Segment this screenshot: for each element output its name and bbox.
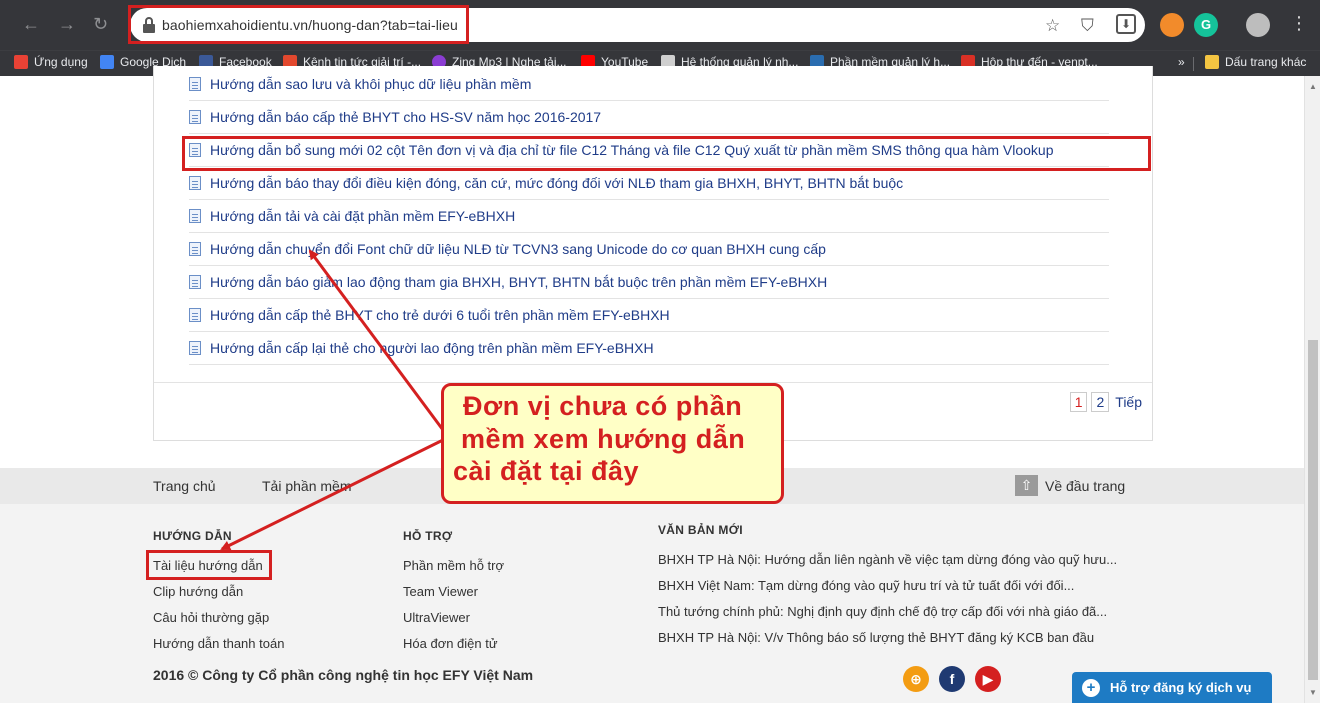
download-icon[interactable]: ⬇ bbox=[1116, 14, 1136, 34]
footer-guide-heading: HƯỚNG DẪN bbox=[153, 529, 232, 543]
document-link[interactable]: Hướng dẫn báo thay đổi điều kiện đóng, c… bbox=[210, 175, 903, 191]
bookmark-apps[interactable]: Ứng dụng bbox=[14, 55, 88, 69]
document-icon bbox=[189, 209, 201, 223]
menu-icon[interactable]: ⋮ bbox=[1290, 13, 1308, 34]
page-1-button[interactable]: 1 bbox=[1069, 392, 1088, 412]
footer-link-ultraviewer[interactable]: UltraViewer bbox=[403, 610, 470, 625]
scroll-thumb[interactable] bbox=[1308, 340, 1318, 680]
url-highlight-box bbox=[128, 5, 469, 44]
google-translate-icon bbox=[100, 55, 114, 69]
document-row[interactable]: Hướng dẫn cấp thẻ BHYT cho trẻ dưới 6 tu… bbox=[189, 299, 1109, 332]
document-link[interactable]: Hướng dẫn tải và cài đặt phần mềm EFY-eB… bbox=[210, 208, 515, 224]
callout-line: Đơn vị chưa có phần bbox=[463, 391, 743, 421]
footer-link-payment[interactable]: Hướng dẫn thanh toán bbox=[153, 636, 284, 651]
document-link[interactable]: Hướng dẫn chuyển đổi Font chữ dữ liệu NL… bbox=[210, 241, 826, 257]
document-icon bbox=[189, 77, 201, 91]
footer-news-link[interactable]: BHXH TP Hà Nội: V/v Thông báo số lượng t… bbox=[658, 630, 1094, 645]
apps-icon bbox=[14, 55, 28, 69]
footer-news-link[interactable]: Thủ tướng chính phủ: Nghị định quy định … bbox=[658, 604, 1107, 619]
extension-icon[interactable] bbox=[1160, 13, 1184, 37]
document-row[interactable]: Hướng dẫn tải và cài đặt phần mềm EFY-eB… bbox=[189, 200, 1109, 233]
document-row[interactable]: Hướng dẫn cấp lại thẻ cho người lao động… bbox=[189, 332, 1109, 365]
scroll-up-icon[interactable]: ▲ bbox=[1309, 82, 1317, 91]
document-icon bbox=[189, 275, 201, 289]
footer-news-link[interactable]: BHXH Việt Nam: Tạm dừng đóng vào quỹ hưu… bbox=[658, 578, 1074, 593]
footer-link-support-software[interactable]: Phần mềm hỗ trợ bbox=[403, 558, 504, 573]
next-page-link[interactable]: Tiếp bbox=[1115, 394, 1142, 410]
annotation-callout: Đơn vị chưa có phần mềm xem hướng dẫn cà… bbox=[441, 383, 784, 504]
pagination: 1 2 Tiếp bbox=[1066, 392, 1142, 412]
document-link[interactable]: Hướng dẫn sao lưu và khôi phục dữ liệu p… bbox=[210, 76, 531, 92]
support-button-label: Hỗ trợ đăng ký dịch vụ bbox=[1110, 680, 1252, 695]
document-icon bbox=[189, 242, 201, 256]
back-icon[interactable]: ← bbox=[22, 14, 40, 35]
document-row[interactable]: Hướng dẫn báo cấp thẻ BHYT cho HS-SV năm… bbox=[189, 101, 1109, 134]
document-icon bbox=[189, 341, 201, 355]
document-row[interactable]: Hướng dẫn báo thay đổi điều kiện đóng, c… bbox=[189, 167, 1109, 200]
vertical-scrollbar[interactable]: ▲ ▼ bbox=[1304, 76, 1320, 703]
callout-line: mềm xem hướng dẫn bbox=[461, 424, 746, 454]
footer-link-invoice[interactable]: Hóa đơn điện tử bbox=[403, 636, 498, 651]
back-to-top-link[interactable]: Về đầu trang bbox=[1045, 478, 1125, 494]
footer-link-clip[interactable]: Clip hướng dẫn bbox=[153, 584, 243, 599]
document-icon bbox=[189, 110, 201, 124]
footer-link-faq[interactable]: Câu hỏi thường gặp bbox=[153, 610, 269, 625]
document-link[interactable]: Hướng dẫn cấp lại thẻ cho người lao động… bbox=[210, 340, 654, 356]
page-2-button[interactable]: 2 bbox=[1091, 392, 1110, 412]
star-icon[interactable]: ☆ bbox=[1045, 16, 1060, 36]
bookmark-label: Dấu trang khác bbox=[1225, 55, 1307, 69]
document-row[interactable]: Hướng dẫn sao lưu và khôi phục dữ liệu p… bbox=[189, 68, 1109, 101]
plus-icon: + bbox=[1082, 678, 1100, 697]
document-row[interactable]: Hướng dẫn báo giảm lao động tham gia BHX… bbox=[189, 266, 1109, 299]
efy-row-highlight-box bbox=[182, 136, 1151, 171]
bookmark-label: Ứng dụng bbox=[34, 55, 88, 69]
youtube-icon[interactable]: ▶ bbox=[975, 666, 1001, 692]
callout-line: cài đặt tại đây bbox=[453, 456, 640, 486]
reload-icon[interactable]: ↻ bbox=[93, 14, 108, 35]
document-link[interactable]: Hướng dẫn cấp thẻ BHYT cho trẻ dưới 6 tu… bbox=[210, 307, 670, 323]
support-registration-button[interactable]: + Hỗ trợ đăng ký dịch vụ bbox=[1072, 672, 1272, 703]
bookmark-other[interactable]: Dấu trang khác bbox=[1205, 55, 1306, 69]
forward-icon[interactable]: → bbox=[58, 14, 76, 35]
facebook-icon[interactable]: f bbox=[939, 666, 965, 692]
bookmarks-more[interactable]: » bbox=[1178, 55, 1185, 69]
footer-news-link[interactable]: BHXH TP Hà Nội: Hướng dẫn liên ngành về … bbox=[658, 552, 1117, 567]
footer-nav-download[interactable]: Tải phần mềm bbox=[262, 478, 351, 494]
arrow-up-icon[interactable]: ⇧ bbox=[1015, 475, 1038, 496]
document-link[interactable]: Hướng dẫn báo cấp thẻ BHYT cho HS-SV năm… bbox=[210, 109, 601, 125]
footer-nav-home[interactable]: Trang chủ bbox=[153, 478, 216, 494]
document-icon bbox=[189, 308, 201, 322]
bookmarks-separator bbox=[1193, 57, 1194, 71]
scroll-down-icon[interactable]: ▼ bbox=[1309, 688, 1317, 697]
website-icon[interactable]: ⊕ bbox=[903, 666, 929, 692]
copyright-text: 2016 © Công ty Cổ phần công nghệ tin học… bbox=[153, 667, 534, 683]
document-link[interactable]: Hướng dẫn báo giảm lao động tham gia BHX… bbox=[210, 274, 827, 290]
grammarly-icon[interactable]: G bbox=[1194, 13, 1218, 37]
footer-news-heading: VĂN BẢN MỚI bbox=[658, 523, 743, 537]
profile-avatar[interactable] bbox=[1246, 13, 1270, 37]
document-row[interactable]: Hướng dẫn chuyển đổi Font chữ dữ liệu NL… bbox=[189, 233, 1109, 266]
footer-support-heading: HỖ TRỢ bbox=[403, 529, 453, 543]
tai-lieu-highlight-box bbox=[146, 550, 272, 580]
folder-icon bbox=[1205, 55, 1219, 69]
shield-icon[interactable]: ⛉ bbox=[1081, 16, 1094, 36]
footer-link-teamviewer[interactable]: Team Viewer bbox=[403, 584, 478, 599]
document-icon bbox=[189, 176, 201, 190]
